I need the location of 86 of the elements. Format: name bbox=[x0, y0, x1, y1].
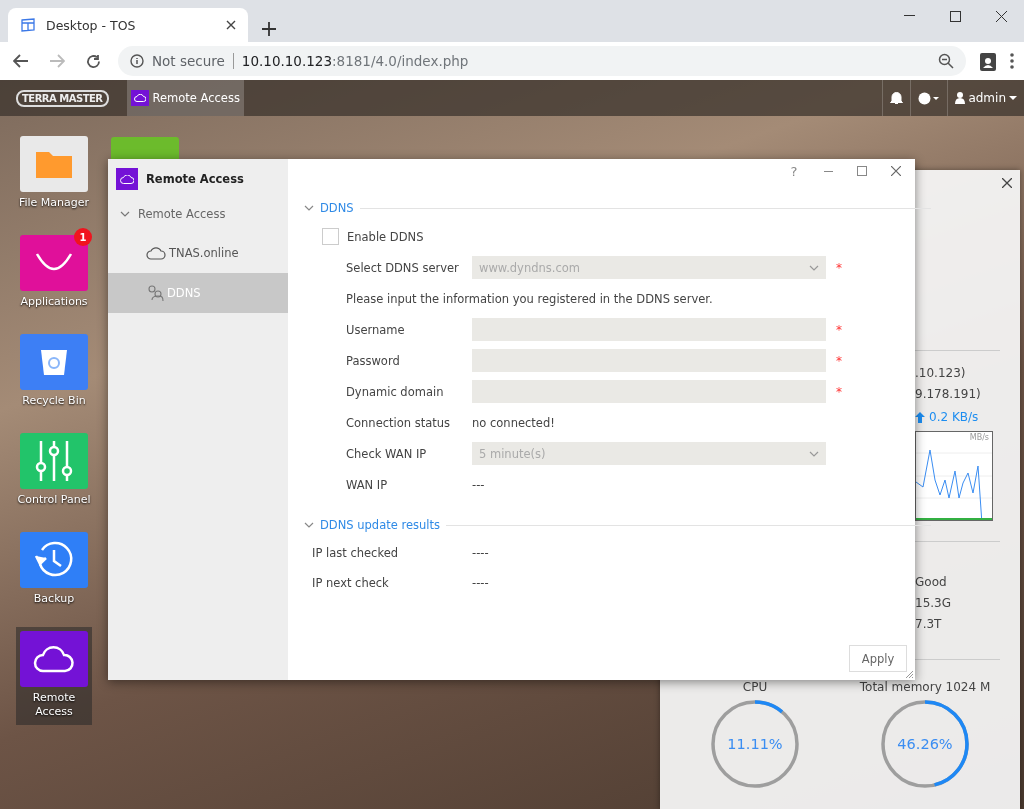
close-icon[interactable] bbox=[995, 10, 1007, 22]
meter-reading: 46.26% bbox=[897, 736, 953, 752]
close-icon[interactable] bbox=[1002, 178, 1012, 188]
new-tab-icon[interactable] bbox=[262, 22, 276, 36]
bell-icon[interactable] bbox=[890, 91, 904, 105]
stat-value: 7.3T bbox=[915, 616, 943, 633]
field-label: IP last checked bbox=[312, 546, 399, 560]
desktop-icon[interactable]: Remote Access bbox=[16, 627, 92, 725]
apply-button[interactable]: Apply bbox=[849, 645, 907, 672]
cloud-icon bbox=[146, 246, 166, 260]
sidebar-item[interactable]: TNAS.online bbox=[108, 233, 288, 273]
icon-label: Applications bbox=[19, 295, 89, 309]
required-mark: * bbox=[836, 322, 842, 337]
cloud-icon bbox=[130, 90, 149, 106]
upload-speed: 0.2 KB/s bbox=[929, 410, 979, 424]
cloud-icon bbox=[120, 174, 134, 184]
field-label: WAN IP bbox=[346, 477, 389, 492]
chevron-down-icon bbox=[809, 450, 819, 457]
close-icon[interactable] bbox=[226, 20, 236, 30]
stat-value: Good bbox=[915, 574, 948, 591]
address-bar[interactable]: Not secure 10.10.10.123:8181/4.0/index.php bbox=[118, 46, 966, 76]
field-value: ---- bbox=[472, 546, 489, 560]
field-value: no connected! bbox=[472, 415, 555, 430]
browser-tab[interactable]: Desktop - TOS bbox=[8, 8, 248, 42]
icon-label: Remote Access bbox=[31, 691, 77, 719]
menu-icon[interactable] bbox=[1010, 53, 1014, 69]
zoom-out-icon[interactable] bbox=[938, 53, 954, 69]
icon-label: File Manager bbox=[17, 196, 91, 210]
minimize-icon[interactable] bbox=[903, 15, 915, 17]
caret-icon bbox=[1009, 95, 1017, 101]
cloud-icon bbox=[33, 645, 75, 673]
field-label: Select DDNS server bbox=[346, 260, 460, 275]
field-label: Check WAN IP bbox=[346, 446, 428, 461]
field-label: IP next check bbox=[312, 576, 390, 590]
url-host: 10.10.10.123 bbox=[241, 53, 332, 69]
checkbox-label: Enable DDNS bbox=[347, 229, 424, 244]
close-icon[interactable] bbox=[891, 166, 901, 176]
field-label: Password bbox=[346, 353, 401, 368]
ip-address-text: 9.178.191) bbox=[915, 386, 982, 403]
meter-label: CPU bbox=[742, 680, 768, 694]
stat-value: 15.3G bbox=[915, 595, 953, 612]
info-icon[interactable] bbox=[130, 54, 144, 68]
instruction-text: Please input the information you registered in the DDNS server. bbox=[346, 291, 713, 306]
required-mark: * bbox=[836, 353, 842, 368]
clipboard-person-icon[interactable] bbox=[980, 51, 996, 71]
icon-label: Backup bbox=[32, 592, 76, 606]
required-mark: * bbox=[836, 260, 842, 275]
tab-title: Desktop - TOS bbox=[46, 17, 137, 33]
chart-unit: MB/s bbox=[969, 433, 989, 442]
recycle-bin-icon bbox=[39, 347, 69, 377]
sidebar-group[interactable]: Remote Access bbox=[108, 195, 288, 233]
security-label: Not secure bbox=[152, 53, 225, 69]
required-mark: * bbox=[836, 384, 842, 399]
people-icon bbox=[146, 284, 164, 302]
field-value: ---- bbox=[472, 576, 489, 590]
field-label: Connection status bbox=[346, 415, 452, 430]
checkbox[interactable] bbox=[322, 228, 339, 245]
chevron-icon bbox=[304, 522, 314, 528]
meter-reading: 11.11% bbox=[727, 736, 783, 752]
help-icon[interactable]: ? bbox=[777, 159, 811, 183]
app-tile[interactable] bbox=[111, 137, 179, 161]
resize-grip-icon[interactable] bbox=[905, 670, 914, 679]
user-menu[interactable]: admin bbox=[947, 80, 1024, 116]
icon-label: Control Panel bbox=[16, 493, 92, 507]
chevron-icon bbox=[120, 211, 130, 217]
section-header[interactable]: DDNS bbox=[288, 183, 939, 219]
field-label: Dynamic domain bbox=[346, 384, 445, 399]
icon-label: Recycle Bin bbox=[21, 394, 87, 408]
section-header[interactable]: DDNS update results bbox=[288, 500, 939, 536]
chevron-down-icon bbox=[809, 264, 819, 271]
window-title: Remote Access bbox=[146, 172, 244, 186]
upload-arrow-icon bbox=[915, 411, 925, 423]
window-icon bbox=[20, 17, 36, 33]
back-arrow-icon[interactable] bbox=[13, 54, 29, 68]
ip-address-text: .10.123) bbox=[915, 365, 967, 382]
field-label: Username bbox=[346, 322, 406, 337]
url-path: :8181/4.0/index.php bbox=[332, 53, 469, 69]
taskbar-item[interactable]: Remote Access bbox=[126, 80, 244, 116]
field-value: --- bbox=[472, 477, 485, 492]
reload-icon[interactable] bbox=[85, 53, 101, 69]
user-icon bbox=[955, 92, 966, 104]
maximize-icon[interactable] bbox=[949, 10, 961, 22]
chevron-icon bbox=[304, 205, 314, 211]
logo: TERRA MASTER bbox=[16, 89, 109, 107]
meter-label: Total memory 1024 M bbox=[859, 680, 991, 694]
sliders-icon bbox=[34, 439, 74, 483]
